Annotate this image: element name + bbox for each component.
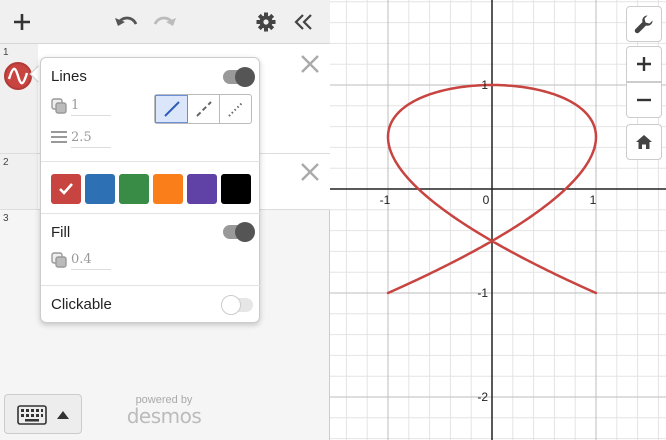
desmos-branding: powered by desmos <box>122 394 206 428</box>
divider <box>41 213 261 214</box>
style-popup: Lines 1 2.5 Fill 0.4 Clickable <box>40 57 261 323</box>
dotted-line-icon <box>227 101 244 117</box>
x-tick-label: 0 <box>483 193 490 207</box>
undo-button[interactable] <box>113 8 141 36</box>
zoom-in-button[interactable] <box>626 46 662 82</box>
line-opacity-input[interactable]: 1 <box>71 98 111 116</box>
lines-label: Lines <box>51 68 87 85</box>
expression-color-button[interactable] <box>4 62 32 90</box>
color-swatch-red[interactable] <box>51 174 81 204</box>
color-swatch-purple[interactable] <box>187 174 217 204</box>
caret-up-icon <box>57 411 69 419</box>
settings-button[interactable] <box>252 8 280 36</box>
minus-icon <box>637 98 651 102</box>
wrench-icon <box>634 15 653 34</box>
gear-icon <box>256 12 276 32</box>
x-tick-label: -1 <box>380 193 391 207</box>
major-gridlines <box>330 0 666 440</box>
default-viewport-button[interactable] <box>626 124 662 160</box>
line-style-solid-button[interactable] <box>155 95 188 123</box>
close-icon <box>301 163 319 181</box>
expression-index: 3 <box>3 213 9 224</box>
expression-index: 1 <box>0 44 38 153</box>
line-style-dashed-button[interactable] <box>188 95 220 123</box>
collapse-panel-button[interactable] <box>290 8 318 36</box>
keyboard-icon <box>17 405 47 425</box>
color-swatch-blue[interactable] <box>85 174 115 204</box>
check-icon <box>59 183 73 195</box>
desmos-logo-text: desmos <box>126 404 202 428</box>
clickable-toggle[interactable] <box>221 295 253 315</box>
lines-toggle[interactable] <box>223 67 255 87</box>
y-tick-label: 1 <box>481 78 488 92</box>
expression-toolbar <box>0 0 330 44</box>
fill-toggle[interactable] <box>223 222 255 242</box>
line-width-input[interactable]: 2.5 <box>71 130 111 148</box>
expression-index: 2 <box>0 154 38 209</box>
divider <box>41 285 261 286</box>
delete-expression-button[interactable] <box>300 162 320 182</box>
line-style-selector <box>154 94 252 124</box>
opacity-icon <box>51 98 67 114</box>
line-style-dotted-button[interactable] <box>220 95 251 123</box>
color-swatch-orange[interactable] <box>153 174 183 204</box>
delete-expression-button[interactable] <box>300 54 320 74</box>
graph-paper[interactable]: -1 0 1 1 -1 -2 <box>330 0 666 440</box>
home-icon <box>636 135 652 149</box>
undo-icon <box>115 16 138 26</box>
divider <box>41 161 261 162</box>
color-palette <box>51 174 251 204</box>
wave-icon <box>7 67 29 85</box>
x-tick-label: 1 <box>590 193 597 207</box>
graph-canvas[interactable]: -1 0 1 1 -1 -2 <box>330 0 666 440</box>
solid-line-icon <box>163 101 180 117</box>
close-icon <box>301 55 319 73</box>
color-swatch-green[interactable] <box>119 174 149 204</box>
fill-label: Fill <box>51 224 71 241</box>
line-width-icon <box>51 131 67 143</box>
keyboard-toggle-button[interactable] <box>4 394 82 434</box>
toggle-knob <box>235 222 255 242</box>
axes <box>330 0 666 440</box>
plus-icon <box>14 14 30 30</box>
toggle-knob <box>235 67 255 87</box>
add-expression-button[interactable] <box>8 8 36 36</box>
redo-icon <box>153 16 176 26</box>
dashed-line-icon <box>195 101 212 117</box>
plus-icon <box>637 57 651 71</box>
minor-gridlines <box>330 0 666 440</box>
opacity-icon <box>51 252 67 268</box>
color-swatch-black[interactable] <box>221 174 251 204</box>
double-chevron-left-icon <box>294 14 312 30</box>
redo-button[interactable] <box>150 8 178 36</box>
clickable-label: Clickable <box>51 296 112 313</box>
graph-settings-button[interactable] <box>626 6 662 42</box>
y-tick-label: -2 <box>477 390 488 404</box>
y-tick-label: -1 <box>477 286 488 300</box>
zoom-out-button[interactable] <box>626 82 662 118</box>
fill-opacity-input[interactable]: 0.4 <box>71 252 111 270</box>
toggle-knob <box>221 295 241 315</box>
